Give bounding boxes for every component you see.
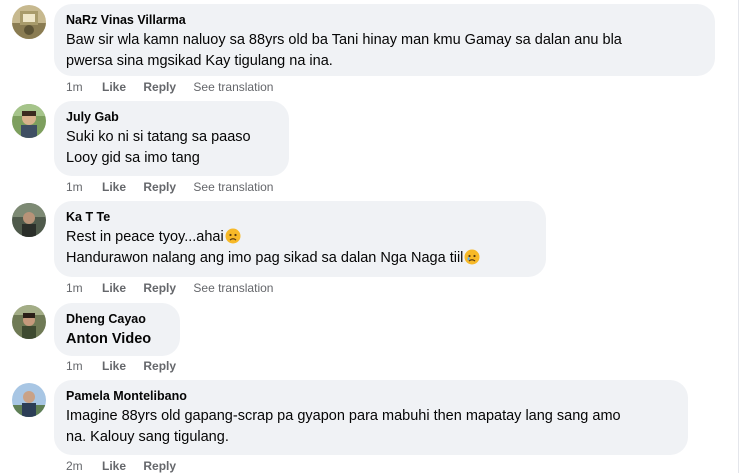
comment-bubble: NaRz Vinas Villarma Baw sir wla kamn nal…	[54, 4, 715, 76]
comment-text-line[interactable]: Anton Video	[66, 329, 168, 350]
like-button[interactable]: Like	[102, 459, 126, 473]
comment-text: Rest in peace tyoy...ahai	[66, 229, 224, 245]
avatar[interactable]	[12, 104, 46, 138]
reply-button[interactable]: Reply	[143, 180, 176, 194]
avatar-image	[12, 305, 46, 339]
avatar[interactable]	[12, 203, 46, 237]
comment-author[interactable]: Ka T Te	[66, 209, 534, 225]
comment-author[interactable]: NaRz Vinas Villarma	[66, 12, 703, 28]
comment-text-line: Imagine 88yrs old gapang-scrap pa gyapon…	[66, 408, 621, 424]
reply-button[interactable]: Reply	[143, 281, 176, 295]
comment-text-line: na. Kalouy sang tigulang.	[66, 429, 229, 445]
avatar[interactable]	[12, 5, 46, 39]
like-button[interactable]: Like	[102, 180, 126, 194]
comment-timestamp[interactable]: 1m	[66, 359, 83, 373]
comment-author[interactable]: Dheng Cayao	[66, 311, 168, 327]
see-translation-link[interactable]: See translation	[193, 180, 273, 194]
comment-timestamp[interactable]: 2m	[66, 459, 83, 473]
reply-button[interactable]: Reply	[143, 359, 176, 373]
comment-text-line: Looy gid sa imo tang	[66, 150, 200, 166]
avatar-image	[12, 203, 46, 237]
comment-actions: 2m Like Reply	[66, 459, 190, 473]
reply-button[interactable]: Reply	[143, 459, 176, 473]
like-button[interactable]: Like	[102, 80, 126, 94]
like-button[interactable]: Like	[102, 281, 126, 295]
comment-text: Handurawon nalang ang imo pag sikad sa d…	[66, 250, 464, 266]
avatar[interactable]	[12, 305, 46, 339]
comment-actions: 1m Like Reply See translation	[66, 180, 287, 194]
comment-actions: 1m Like Reply See translation	[66, 80, 287, 94]
see-translation-link[interactable]: See translation	[193, 80, 273, 94]
comment-author[interactable]: July Gab	[66, 109, 277, 125]
comment-timestamp[interactable]: 1m	[66, 281, 83, 295]
comment-text-line: Suki ko ni si tatang sa paaso	[66, 129, 251, 145]
sad-face-emoji	[225, 228, 241, 244]
avatar[interactable]	[12, 383, 46, 417]
comment-bubble: Dheng Cayao Anton Video	[54, 303, 180, 356]
comment-text-line: Handurawon nalang ang imo pag sikad sa d…	[66, 248, 534, 269]
avatar-image	[12, 5, 46, 39]
avatar-image	[12, 104, 46, 138]
avatar-image	[12, 383, 46, 417]
comment-text-line: pwersa sina mgsikad Kay tigulang na ina.	[66, 53, 333, 69]
comment-bubble: Ka T Te Rest in peace tyoy...ahai Handur…	[54, 201, 546, 277]
scrollbar-edge	[738, 0, 739, 473]
like-button[interactable]: Like	[102, 359, 126, 373]
comment-timestamp[interactable]: 1m	[66, 180, 83, 194]
comment-actions: 1m Like Reply See translation	[66, 281, 287, 295]
comment-text-line: Rest in peace tyoy...ahai	[66, 227, 534, 248]
reply-button[interactable]: Reply	[143, 80, 176, 94]
crying-face-emoji	[464, 249, 480, 265]
comment-actions: 1m Like Reply	[66, 359, 190, 373]
see-translation-link[interactable]: See translation	[193, 281, 273, 295]
comment-author[interactable]: Pamela Montelibano	[66, 388, 676, 404]
comment-bubble: July Gab Suki ko ni si tatang sa paaso L…	[54, 101, 289, 176]
comment-bubble: Pamela Montelibano Imagine 88yrs old gap…	[54, 380, 688, 455]
comment-timestamp[interactable]: 1m	[66, 80, 83, 94]
comment-text-line: Baw sir wla kamn naluoy sa 88yrs old ba …	[66, 32, 622, 48]
